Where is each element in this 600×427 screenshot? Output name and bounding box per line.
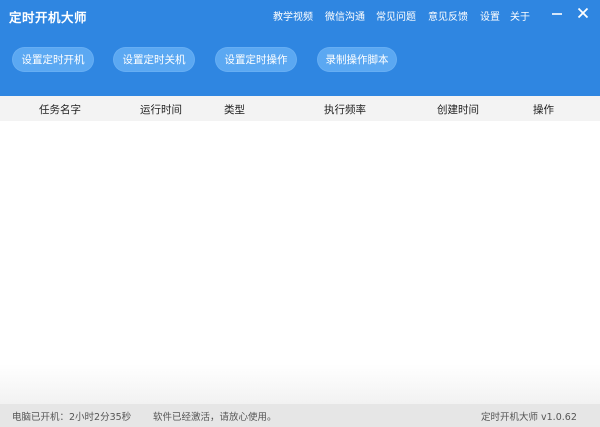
app-title: 定时开机大师	[9, 10, 88, 25]
version-label: 定时开机大师 v1.0.62	[481, 412, 577, 423]
column-run-time[interactable]: 运行时间	[140, 102, 182, 117]
nav-faq[interactable]: 常见问题	[376, 8, 416, 23]
uptime-status: 电脑已开机：2小时2分35秒	[12, 412, 132, 423]
close-icon	[577, 7, 589, 19]
nav-about[interactable]: 关于	[510, 8, 530, 23]
column-type[interactable]: 类型	[224, 102, 245, 117]
activation-status: 软件已经激活，请放心使用。	[153, 412, 277, 423]
column-created-time[interactable]: 创建时间	[437, 102, 479, 117]
set-scheduled-shutdown-button[interactable]: 设置定时关机	[113, 47, 195, 72]
column-task-name[interactable]: 任务名字	[39, 102, 81, 117]
minimize-button[interactable]	[549, 5, 565, 21]
app-window: 定时开机大师 教学视频 微信沟通 常见问题 意见反馈 设置 关于 设置定时开机 …	[0, 0, 600, 427]
column-frequency[interactable]: 执行频率	[324, 102, 366, 117]
nav-feedback[interactable]: 意见反馈	[428, 8, 468, 23]
close-button[interactable]	[575, 5, 591, 21]
nav-wechat-contact[interactable]: 微信沟通	[325, 8, 365, 23]
nav-tutorial-video[interactable]: 教学视频	[273, 8, 313, 23]
status-bar: 电脑已开机：2小时2分35秒 软件已经激活，请放心使用。 定时开机大师 v1.0…	[0, 404, 600, 427]
nav-settings[interactable]: 设置	[480, 8, 500, 23]
set-scheduled-startup-button[interactable]: 设置定时开机	[12, 47, 94, 72]
task-table-header: 任务名字 运行时间 类型 执行频率 创建时间 操作	[0, 96, 600, 121]
column-actions[interactable]: 操作	[533, 102, 554, 117]
task-table-body[interactable]	[0, 121, 600, 404]
header: 定时开机大师 教学视频 微信沟通 常见问题 意见反馈 设置 关于 设置定时开机 …	[0, 0, 600, 96]
record-action-script-button[interactable]: 录制操作脚本	[317, 47, 397, 72]
set-scheduled-action-button[interactable]: 设置定时操作	[215, 47, 297, 72]
minimize-icon	[552, 13, 562, 15]
